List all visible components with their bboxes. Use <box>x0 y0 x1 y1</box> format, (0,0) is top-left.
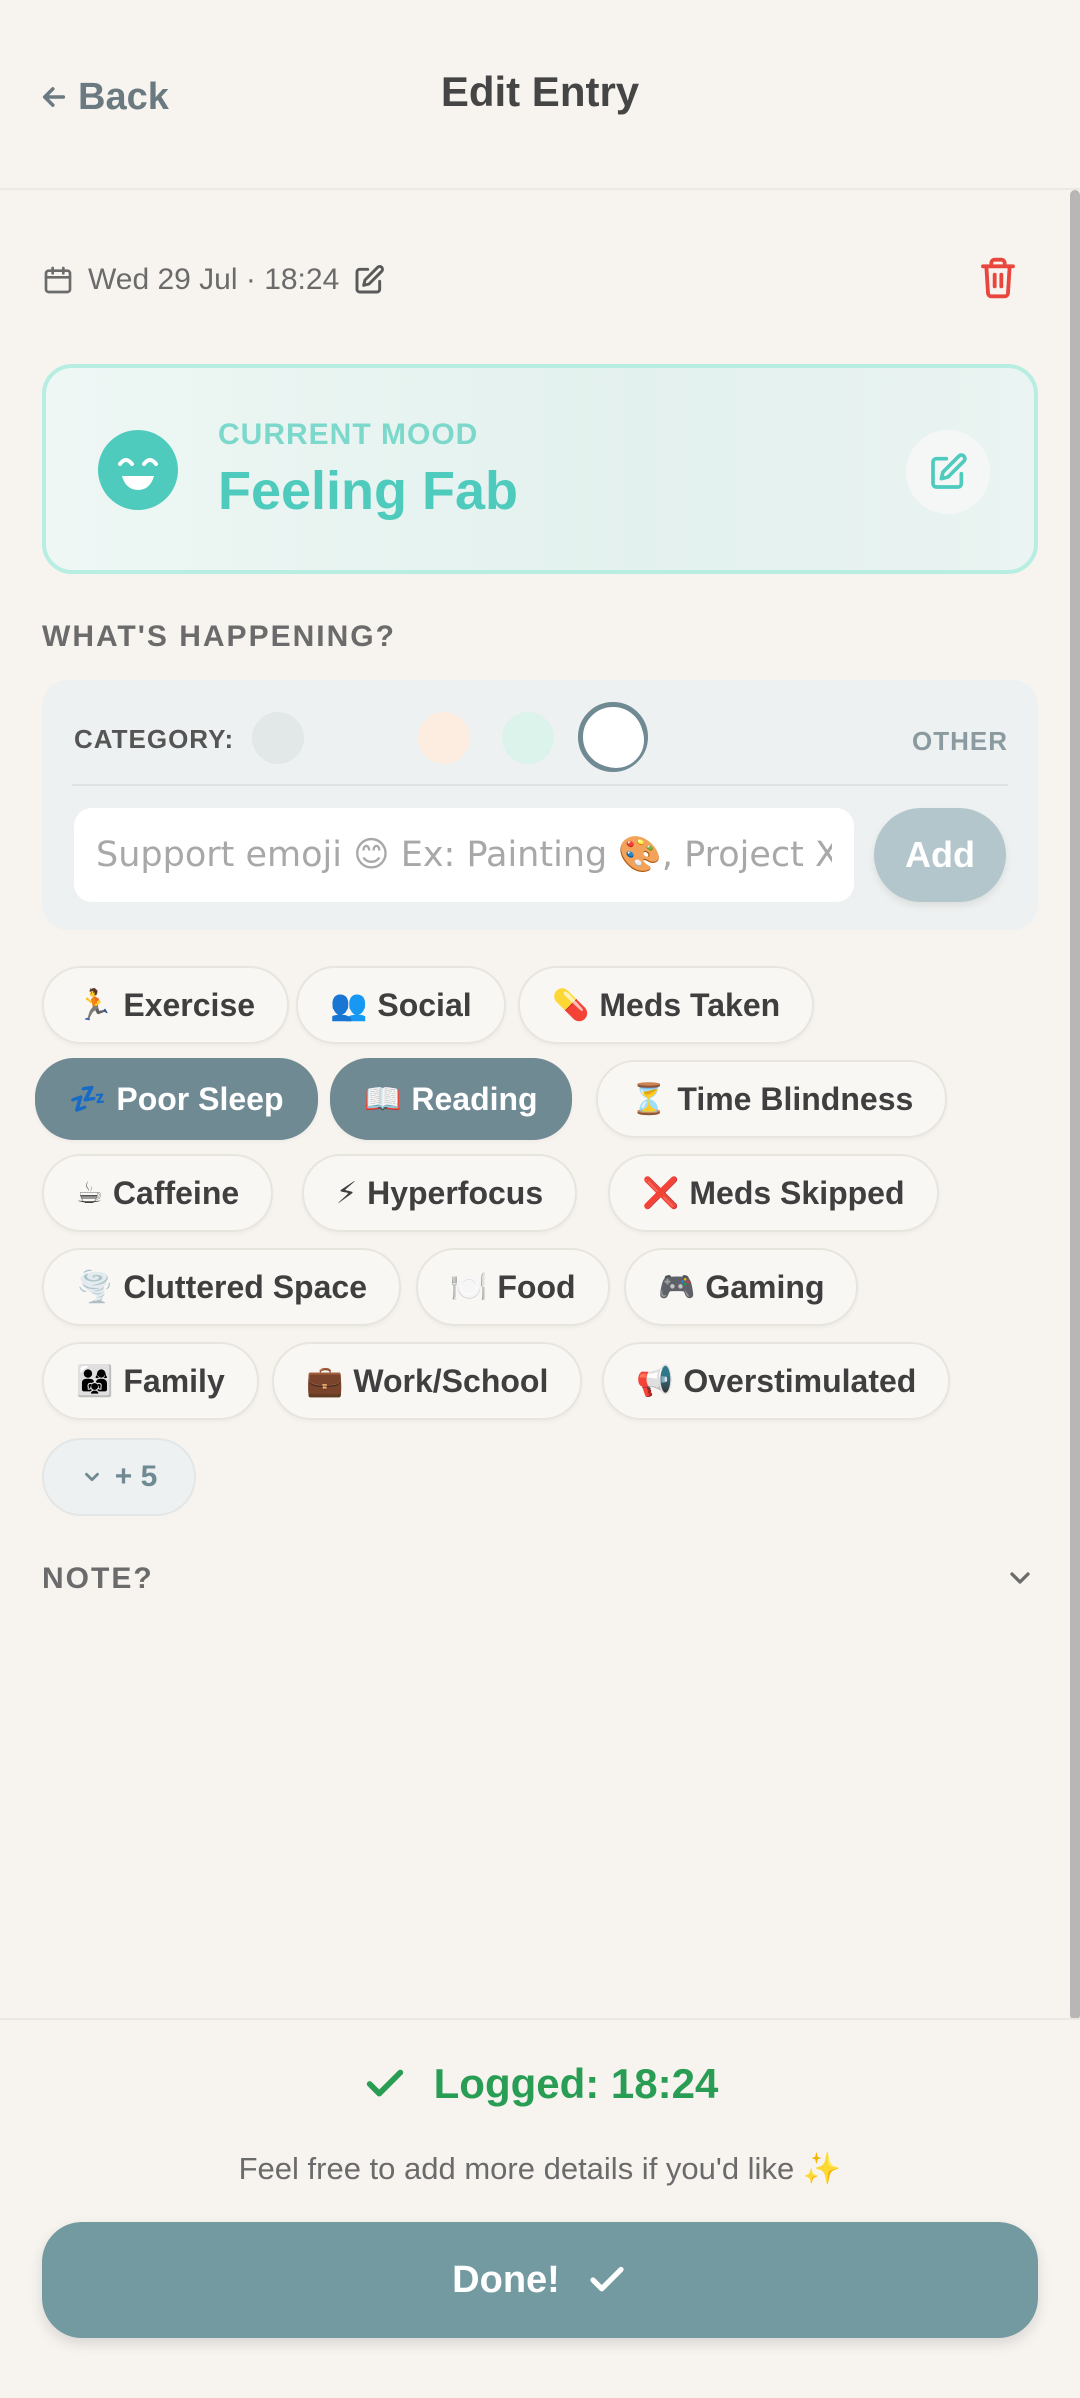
tag-label: Work/School <box>353 1362 549 1399</box>
smiling-face-icon <box>98 430 178 510</box>
header: Back Edit Entry <box>0 0 1080 190</box>
checkmark-icon <box>366 2069 403 2097</box>
tag-label: Family <box>123 1362 225 1399</box>
scrollbar[interactable] <box>1070 190 1080 2020</box>
pencil-icon <box>931 453 967 489</box>
tag-emoji: 🏃 <box>76 987 114 1023</box>
tag-exercise[interactable]: 🏃 Exercise <box>42 966 290 1044</box>
tag-gaming[interactable]: 🎮 Gaming <box>624 1248 859 1326</box>
mood-name: Feeling Fab <box>218 461 519 521</box>
logged-text: Logged: 18:24 <box>433 2060 719 2107</box>
tag-emoji: 💤 <box>69 1081 107 1117</box>
tag-social[interactable]: 👥 Social <box>296 966 506 1044</box>
tag-emoji: ❌ <box>642 1175 680 1211</box>
tag-time-blindness[interactable]: ⏳ Time Blindness <box>596 1060 948 1138</box>
tag-caffeine[interactable]: ☕ Caffeine <box>42 1154 274 1232</box>
tag-meds-taken[interactable]: 💊 Meds Taken <box>518 966 815 1044</box>
tag-emoji: 🎮 <box>658 1269 696 1305</box>
pencil-icon[interactable] <box>353 264 385 296</box>
category-swatch-2[interactable] <box>418 712 470 764</box>
tag-emoji: 📖 <box>364 1081 402 1117</box>
category-other[interactable]: OTHER <box>912 726 1008 757</box>
edit-mood-button[interactable] <box>906 430 990 514</box>
current-mood-card: CURRENT MOOD Feeling Fab <box>42 364 1038 574</box>
footer: Logged: 18:24 Feel free to add more deta… <box>0 2018 1080 2398</box>
note-label[interactable]: NOTE? <box>42 1562 154 1596</box>
tag-hyperfocus[interactable]: ⚡ Hyperfocus <box>302 1154 578 1232</box>
tag-label: Poor Sleep <box>116 1080 284 1117</box>
done-button[interactable]: Done! <box>42 2222 1038 2338</box>
tag-label: Overstimulated <box>683 1362 917 1399</box>
tag-emoji: 🌪️ <box>76 1269 114 1305</box>
tag-label: Reading <box>411 1080 538 1117</box>
tag-emoji: 👨‍👩‍👧 <box>76 1363 114 1399</box>
tag-poor-sleep[interactable]: 💤 Poor Sleep <box>35 1058 318 1140</box>
category-swatch-1[interactable] <box>252 712 304 764</box>
category-panel: CATEGORY: OTHER Add <box>42 680 1038 930</box>
tag-emoji: 📢 <box>636 1363 674 1399</box>
tag-label: Exercise <box>123 986 256 1023</box>
tag-reading[interactable]: 📖 Reading <box>330 1058 572 1140</box>
more-tags-count: + 5 <box>114 1460 158 1493</box>
tag-overstimulated[interactable]: 📢 Overstimulated <box>602 1342 951 1420</box>
tag-family[interactable]: 👨‍👩‍👧 Family <box>42 1342 259 1420</box>
done-label: Done! <box>452 2258 560 2301</box>
tag-meds-skipped[interactable]: ❌ Meds Skipped <box>608 1154 939 1232</box>
calendar-icon <box>44 266 72 294</box>
tag-emoji: 👥 <box>330 987 368 1023</box>
tag-emoji: ⚡ <box>336 1175 358 1211</box>
add-button[interactable]: Add <box>874 808 1006 902</box>
footer-hint: Feel free to add more details if you'd l… <box>238 2151 842 2186</box>
tag-work-school[interactable]: 💼 Work/School <box>272 1342 583 1420</box>
mood-eyebrow: CURRENT MOOD <box>218 418 479 451</box>
chevron-down-icon <box>84 1472 99 1482</box>
tag-emoji: ☕ <box>76 1175 103 1211</box>
whats-happening-label: WHAT'S HAPPENING? <box>42 620 396 653</box>
checkmark-icon <box>590 2266 624 2292</box>
tag-label: Caffeine <box>112 1174 240 1211</box>
divider <box>72 784 1008 786</box>
logged-status: Logged: 18:24 <box>0 2060 1080 2108</box>
tag-emoji: 💼 <box>306 1363 344 1399</box>
entry-date[interactable]: Wed 29 Jul · 18:24 <box>42 256 385 304</box>
tag-cluttered-space[interactable]: 🌪️ Cluttered Space <box>42 1248 401 1326</box>
tag-label: Gaming <box>705 1268 825 1305</box>
tag-food[interactable]: 🍽️ Food <box>416 1248 610 1326</box>
tag-label: Cluttered Space <box>123 1268 367 1305</box>
tag-label: Hyperfocus <box>367 1174 544 1211</box>
category-label: CATEGORY: <box>74 724 235 754</box>
tag-label: Time Blindness <box>677 1080 914 1117</box>
entry-datetime: Wed 29 Jul · 18:24 <box>88 263 340 296</box>
category-swatch-selected[interactable] <box>578 702 648 772</box>
activity-input[interactable] <box>74 808 854 902</box>
chevron-down-icon[interactable] <box>1004 1562 1036 1594</box>
tag-label: Food <box>497 1268 576 1305</box>
tag-emoji: 💊 <box>552 987 590 1023</box>
tag-emoji: ⏳ <box>630 1081 668 1117</box>
category-swatch-3[interactable] <box>502 712 554 764</box>
tag-label: Social <box>377 986 472 1023</box>
tag-label: Meds Skipped <box>689 1174 905 1211</box>
tag-label: Meds Taken <box>599 986 781 1023</box>
page-title: Edit Entry <box>440 68 640 115</box>
show-more-tags-button[interactable]: + 5 <box>42 1438 196 1516</box>
trash-icon[interactable] <box>978 256 1018 300</box>
tag-emoji: 🍽️ <box>450 1269 488 1305</box>
